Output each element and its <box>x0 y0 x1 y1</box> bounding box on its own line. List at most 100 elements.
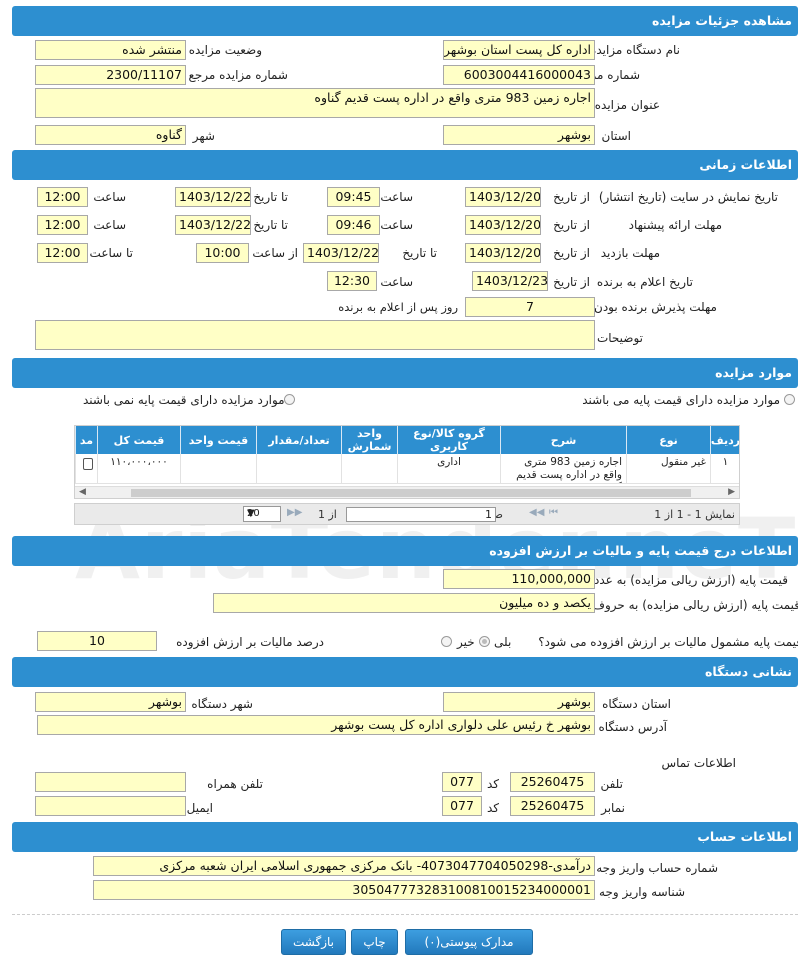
scroll-right-arrow-icon[interactable]: ▶ <box>728 487 735 497</box>
mobile-label: تلفن همراه <box>207 777 263 791</box>
vat-no-radio[interactable] <box>441 636 452 647</box>
offer-from-time: 09:46 <box>327 215 380 235</box>
pager-prev-icon[interactable]: ◀◀ <box>529 507 544 518</box>
status-label: وضعیت مزایده <box>188 43 262 57</box>
pager-page-input[interactable]: 1 <box>346 507 496 522</box>
publish-from-time: 09:45 <box>327 187 380 207</box>
back-button[interactable]: بازگشت <box>281 929 346 955</box>
without-base-price-label: موارد مزایده دارای قیمت پایه نمی باشند <box>83 393 285 407</box>
cell-action <box>75 454 97 484</box>
col-header-type[interactable]: نوع <box>626 426 710 454</box>
winner-time-label: ساعت <box>380 275 413 289</box>
without-base-price-radio[interactable] <box>284 394 295 405</box>
accept-suffix: روز پس از اعلام به برنده <box>338 300 458 314</box>
fax-label: نمابر <box>601 801 625 815</box>
offer-label: مهلت ارائه پیشنهاد <box>628 218 722 232</box>
vat-yes-radio[interactable] <box>479 636 490 647</box>
with-base-price-radio[interactable] <box>784 394 795 405</box>
device-province-field: بوشهر <box>443 692 595 712</box>
vat-yes-label: بلی <box>494 635 512 649</box>
publish-to-time-label: ساعت <box>93 190 126 204</box>
visit-to-time: 12:00 <box>37 243 88 263</box>
phone-label: تلفن <box>600 777 623 791</box>
payment-id-field: 305047773283100810015234000001 <box>93 880 595 900</box>
fax-code-label: کد <box>486 801 499 815</box>
publish-from-date: 1403/12/20 <box>465 187 541 207</box>
winner-time: 12:30 <box>327 271 377 291</box>
col-header-more[interactable]: مد <box>75 426 97 454</box>
visit-to-date: 1403/12/22 <box>303 243 379 263</box>
col-header-desc[interactable]: شرح <box>500 426 626 454</box>
mobile-field <box>35 772 186 792</box>
items-grid: ردیف نوع شرح گروه کالا/نوع کاربری واحد ش… <box>74 425 740 499</box>
col-header-qty[interactable]: تعداد/مقدار <box>256 426 341 454</box>
visit-label: مهلت بازدید <box>600 246 660 260</box>
col-header-unit-price[interactable]: قیمت واحد <box>180 426 256 454</box>
city-label: شهر <box>192 129 215 143</box>
pager-of-label: از 1 <box>318 508 337 521</box>
section-header-details: مشاهده جزئیات مزایده <box>12 6 798 36</box>
scroll-left-arrow-icon[interactable]: ◀ <box>79 487 86 497</box>
publish-from-time-label: ساعت <box>380 190 413 204</box>
winner-label: تاریخ اعلام به برنده <box>596 275 693 289</box>
offer-from-date: 1403/12/20 <box>465 215 541 235</box>
footer-divider <box>12 914 798 915</box>
title-label: عنوان مزایده <box>594 98 660 112</box>
section-header-items: موارد مزایده <box>12 358 798 388</box>
cell-unit-price <box>180 454 256 484</box>
vat-no-label: خیر <box>457 635 475 649</box>
accept-label: مهلت پذیرش برنده بودن <box>594 300 717 314</box>
publish-to-date: 1403/12/22 <box>175 187 251 207</box>
ref-label: شماره مزایده مرجع <box>188 68 288 82</box>
org-field: اداره کل پست استان بوشهر <box>443 40 595 60</box>
city-field: گناوه <box>35 125 186 145</box>
page-size-select[interactable]: 20 ▼ <box>243 506 281 522</box>
device-address-field: بوشهر خ رئیس علی دلواری اداره کل پست بوش… <box>37 715 595 735</box>
fax-field: 25260475 <box>510 796 595 816</box>
pager-first-icon[interactable]: ⏮ <box>549 507 558 518</box>
publish-label: تاریخ نمایش در سایت (تاریخ انتشار) <box>598 190 778 204</box>
payment-id-label: شناسه واریز وجه <box>599 885 685 899</box>
cell-total: ۱۱۰،۰۰۰،۰۰۰ <box>97 454 180 484</box>
col-header-row[interactable]: ردیف <box>710 426 739 454</box>
pager-next-icon[interactable]: ▶▶ <box>287 507 302 518</box>
visit-from-label: از تاریخ <box>553 246 590 260</box>
col-header-group[interactable]: گروه کالا/نوع کاربری <box>397 426 500 454</box>
section-header-device-address: نشانی دستگاه <box>12 657 798 687</box>
notes-label: توضیحات <box>596 331 643 345</box>
price-words-field: یکصد و ده میلیون <box>213 593 595 613</box>
attachments-button[interactable]: مدارک پیوستی(۰) <box>405 929 533 955</box>
email-field <box>35 796 186 816</box>
section-header-account: اطلاعات حساب <box>12 822 798 852</box>
account-number-field: درآمدی-4073047704050298- بانک مرکزی جمهو… <box>93 856 595 876</box>
pager-summary: نمایش 1 - 1 از 1 <box>654 508 735 521</box>
row-action-icon[interactable] <box>83 458 93 470</box>
offer-to-date: 1403/12/22 <box>175 215 251 235</box>
phone-field: 25260475 <box>510 772 595 792</box>
device-address-label: آدرس دستگاه <box>598 720 667 734</box>
scrollbar-thumb[interactable] <box>131 489 691 497</box>
print-button[interactable]: چاپ <box>351 929 398 955</box>
offer-to-time: 12:00 <box>37 215 88 235</box>
accept-days-field: 7 <box>465 297 595 317</box>
price-num-label: قیمت پایه (ارزش ریالی مزایده) به عدد <box>593 573 788 587</box>
col-header-unit[interactable]: واحد شمارش <box>341 426 397 454</box>
vat-percent-field: 10 <box>37 631 157 651</box>
cell-qty <box>256 454 341 484</box>
vat-percent-label: درصد مالیات بر ارزش افزوده <box>176 635 324 649</box>
grid-horizontal-scrollbar[interactable]: ◀ ▶ <box>75 486 739 498</box>
page-size-chevron-icon: ▼ <box>247 508 255 519</box>
phone-code-label: کد <box>486 777 499 791</box>
device-city-label: شهر دستگاه <box>191 697 253 711</box>
visit-from-time: 10:00 <box>196 243 249 263</box>
ref-field: 2300/11107 <box>35 65 186 85</box>
section-header-price: اطلاعات درج قیمت پایه و مالیات بر ارزش ا… <box>12 536 798 566</box>
device-province-label: استان دستگاه <box>602 697 671 711</box>
cell-row: ۱ <box>710 454 739 484</box>
visit-to-label: تا تاریخ <box>402 246 437 260</box>
section-header-timing: اطلاعات زمانی <box>12 150 798 180</box>
vat-question-label: قیمت پایه مشمول مالیات بر ارزش افزوده می… <box>538 635 798 649</box>
province-field: بوشهر <box>443 125 595 145</box>
device-city-field: بوشهر <box>35 692 186 712</box>
col-header-total[interactable]: قیمت کل <box>97 426 180 454</box>
